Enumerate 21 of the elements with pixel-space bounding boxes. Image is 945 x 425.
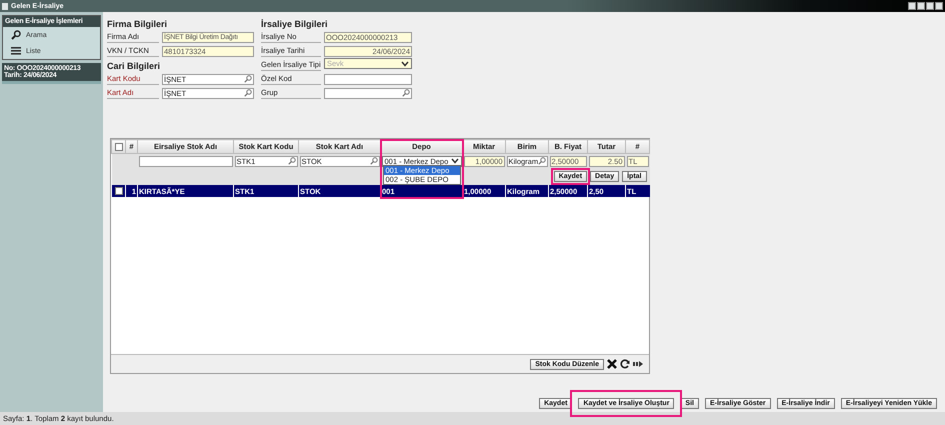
search-icon [11, 30, 21, 40]
section-heading: Firma Bilgileri [107, 19, 168, 30]
chevron-down-icon[interactable] [450, 158, 458, 164]
section-heading: Cari Bilgileri [107, 61, 162, 72]
input-field[interactable] [324, 88, 412, 98]
checkbox[interactable] [114, 187, 122, 195]
chevron-down-icon[interactable] [401, 60, 409, 66]
input-field[interactable] [324, 74, 412, 84]
search-icon[interactable] [538, 157, 546, 165]
search-icon[interactable] [244, 75, 252, 83]
search-icon[interactable] [370, 157, 378, 165]
search-icon[interactable] [402, 89, 410, 97]
document-icon [2, 2, 8, 10]
checkbox[interactable] [114, 142, 122, 150]
section-heading: İrsaliye Bilgileri [261, 19, 329, 30]
search-icon[interactable] [244, 89, 252, 97]
export-icon[interactable] [633, 359, 643, 369]
search-icon[interactable] [288, 157, 296, 165]
list-icon [11, 46, 21, 56]
input-field[interactable] [138, 156, 232, 166]
refresh-icon[interactable] [620, 359, 630, 369]
